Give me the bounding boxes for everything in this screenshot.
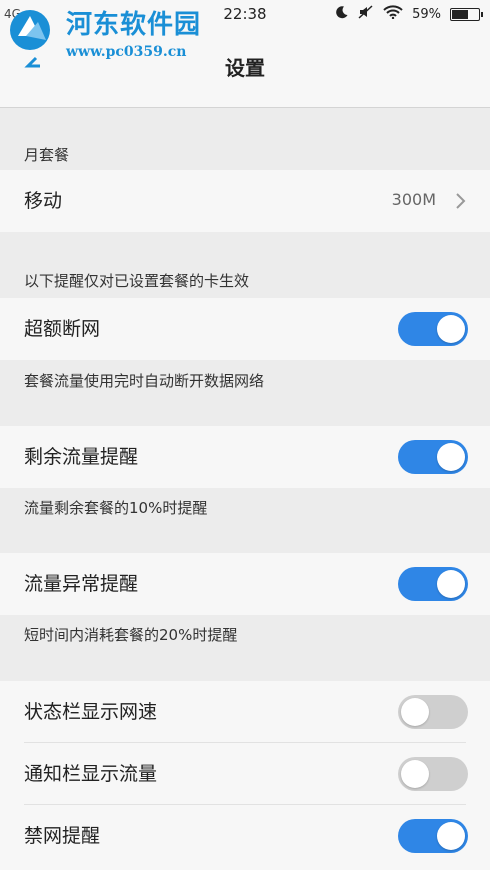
moon-icon	[335, 5, 349, 23]
chevron-right-icon	[456, 193, 466, 209]
battery-percent: 59%	[412, 6, 441, 22]
carrier-value: 300M	[391, 190, 436, 209]
setting-label: 通知栏显示流量	[24, 763, 158, 785]
setting-description: 短时间内消耗套餐的20%时提醒	[24, 626, 238, 644]
toggle-knob	[437, 315, 465, 343]
setting-label: 状态栏显示网速	[24, 701, 158, 723]
statusbar-speed-toggle[interactable]	[398, 695, 468, 729]
overlimit-disconnect-toggle[interactable]	[398, 312, 468, 346]
section-label-reminder: 以下提醒仅对已设置套餐的卡生效	[24, 272, 250, 290]
setting-row-notification-traffic[interactable]: 通知栏显示流量	[0, 743, 490, 805]
carrier-label: 移动	[24, 190, 63, 212]
watermark-brand: 河东软件园	[66, 10, 202, 40]
section-label-plan: 月套餐	[24, 146, 70, 164]
setting-label: 禁网提醒	[24, 825, 101, 847]
setting-label: 剩余流量提醒	[24, 446, 139, 468]
setting-row-network-block-reminder[interactable]: 禁网提醒	[0, 805, 490, 870]
notification-traffic-toggle[interactable]	[398, 757, 468, 791]
remaining-data-reminder-toggle[interactable]	[398, 440, 468, 474]
watermark: 河东软件园 www.pc0359.cn	[6, 6, 201, 68]
setting-row-statusbar-speed[interactable]: 状态栏显示网速	[0, 681, 490, 743]
setting-description: 流量剩余套餐的10%时提醒	[24, 499, 208, 517]
watermark-url: www.pc0359.cn	[66, 44, 187, 60]
toggle-knob	[437, 443, 465, 471]
setting-row-abnormal-usage-reminder[interactable]: 流量异常提醒	[0, 553, 490, 615]
battery-icon	[450, 7, 483, 21]
status-icons: 59%	[335, 5, 483, 23]
setting-row-remaining-data-reminder[interactable]: 剩余流量提醒	[0, 426, 490, 488]
mute-icon	[358, 5, 374, 23]
carrier-row[interactable]: 移动 300M	[0, 170, 490, 232]
toggle-knob	[437, 570, 465, 598]
setting-label: 流量异常提醒	[24, 573, 139, 595]
toggle-knob	[401, 698, 429, 726]
setting-label: 超额断网	[24, 318, 101, 340]
setting-row-overlimit-disconnect[interactable]: 超额断网	[0, 298, 490, 360]
setting-description: 套餐流量使用完时自动断开数据网络	[24, 372, 265, 390]
watermark-logo-icon	[6, 6, 58, 68]
wifi-icon	[383, 5, 403, 23]
toggle-knob	[401, 760, 429, 788]
toggle-knob	[437, 822, 465, 850]
abnormal-usage-reminder-toggle[interactable]	[398, 567, 468, 601]
network-block-reminder-toggle[interactable]	[398, 819, 468, 853]
